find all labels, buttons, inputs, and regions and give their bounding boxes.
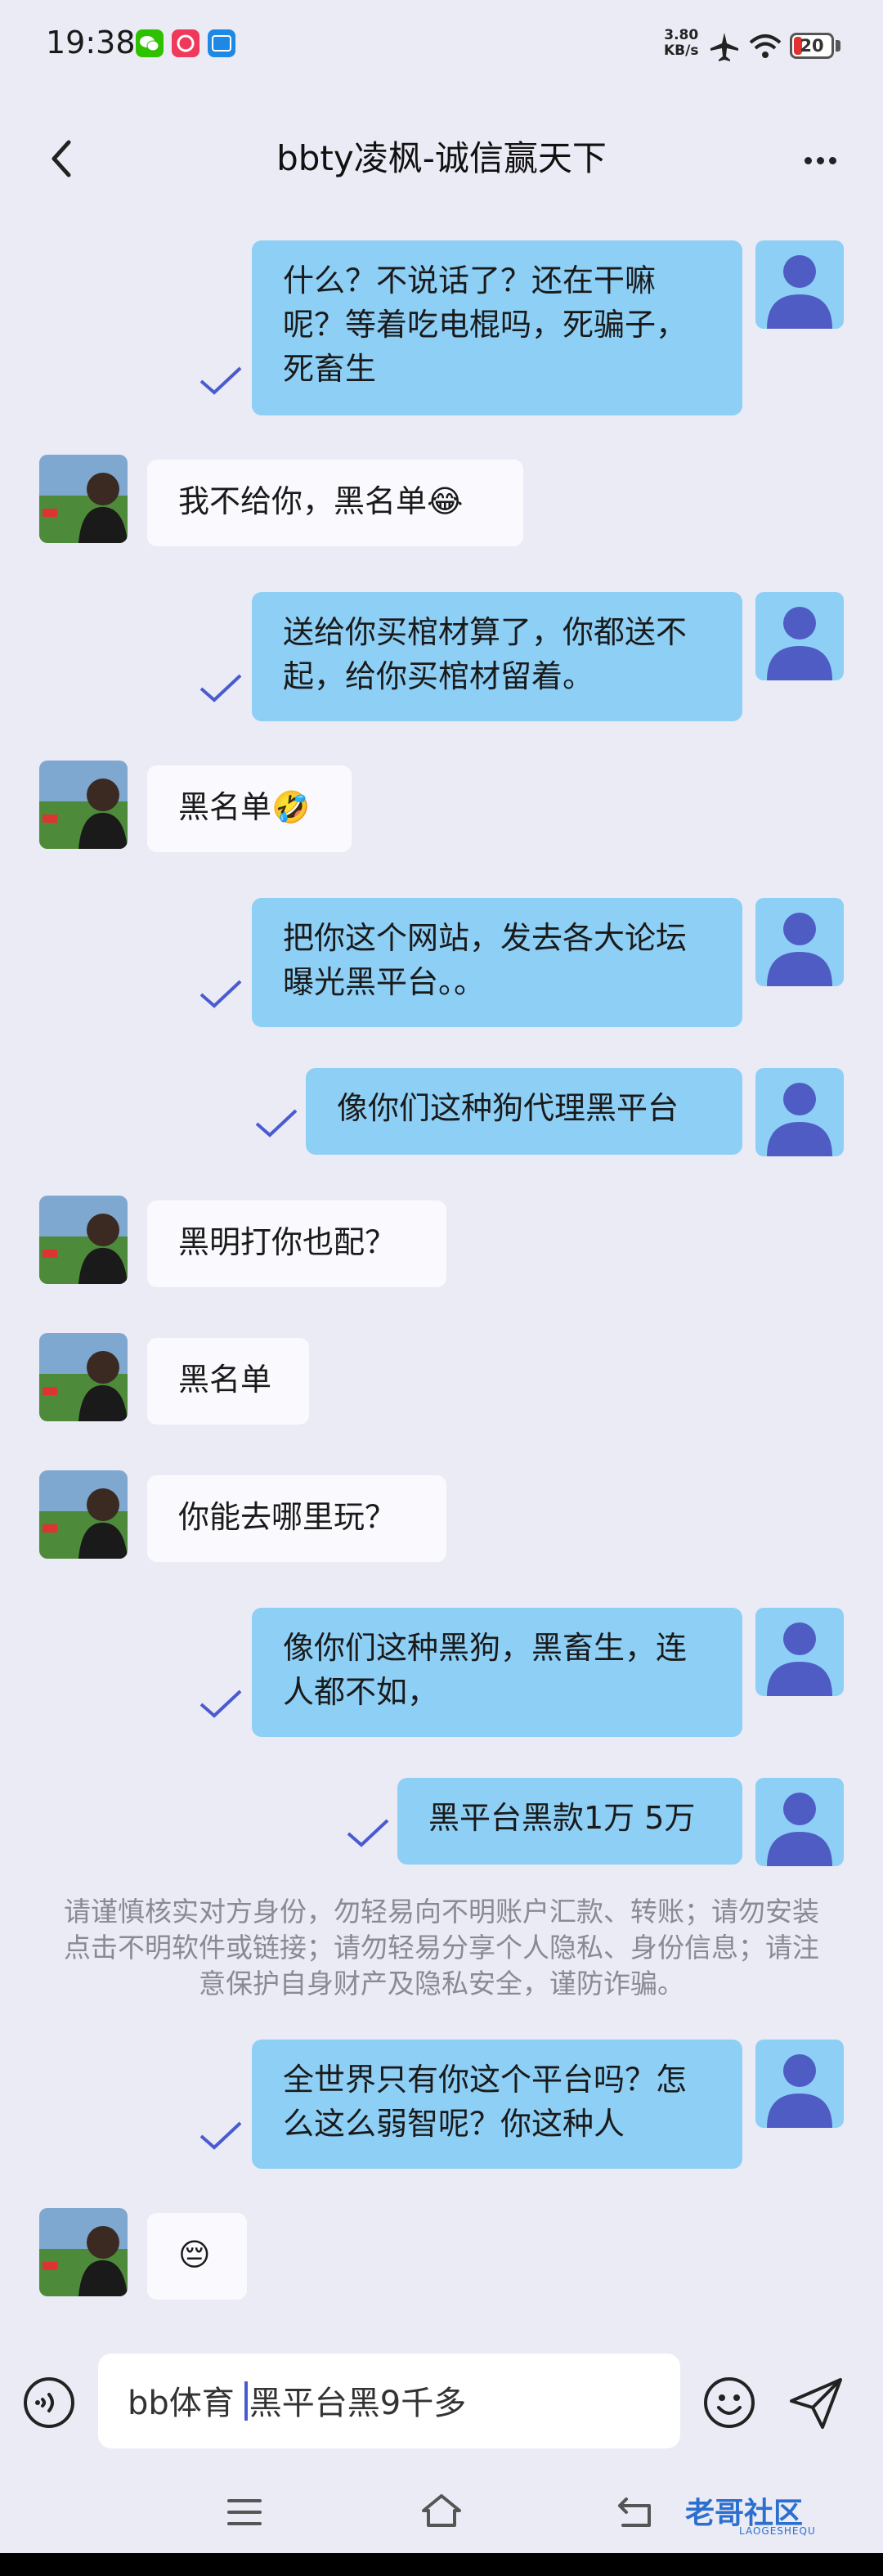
message-bubble-incoming[interactable]: 😔: [147, 2213, 247, 2300]
read-check-icon: [255, 1109, 298, 1138]
airplane-mode-icon: [710, 33, 738, 61]
my-avatar[interactable]: [755, 1778, 844, 1866]
battery-cap: [836, 40, 840, 52]
network-speed: 3.80 KB/s: [664, 28, 698, 59]
send-icon[interactable]: [785, 2373, 847, 2432]
message-bubble-incoming[interactable]: 黑明打你也配？: [147, 1200, 446, 1287]
status-time: 19:38: [46, 25, 136, 61]
emoji-icon[interactable]: [701, 2375, 757, 2430]
bottom-strip: [0, 2553, 883, 2576]
app-notification-icon: [172, 29, 199, 57]
contact-avatar[interactable]: [39, 1333, 128, 1421]
message-bubble-outgoing[interactable]: 黑平台黑款1万 5万: [397, 1778, 742, 1865]
voice-input-icon[interactable]: [21, 2375, 77, 2430]
read-check-icon: [199, 1690, 242, 1718]
wifi-icon: [749, 34, 782, 58]
contact-avatar[interactable]: [39, 455, 128, 543]
network-speed-value: 3.80: [664, 27, 699, 43]
my-avatar[interactable]: [755, 1068, 844, 1156]
message-bubble-outgoing[interactable]: 什么？不说话了？还在干嘛呢？等着吃电棍吗，死骗子，死畜生: [252, 240, 742, 415]
my-avatar[interactable]: [755, 240, 844, 329]
my-avatar[interactable]: [755, 592, 844, 680]
read-check-icon: [199, 366, 242, 395]
text-cursor: [244, 2381, 248, 2421]
wechat-icon: [136, 29, 164, 57]
my-avatar[interactable]: [755, 2040, 844, 2128]
message-bubble-outgoing[interactable]: 送给你买棺材算了，你都送不起，给你买棺材留着。: [252, 592, 742, 721]
battery-level: 20: [800, 36, 824, 56]
message-bubble-outgoing[interactable]: 像你们这种狗代理黑平台: [306, 1068, 742, 1155]
battery-icon: 20: [790, 33, 834, 59]
back-nav-icon[interactable]: [615, 2494, 656, 2530]
message-bubble-outgoing[interactable]: 像你们这种黑狗，黑畜生，连人都不如，: [252, 1608, 742, 1737]
live-app-icon: [208, 29, 235, 57]
message-bubble-incoming[interactable]: 黑名单: [147, 1338, 309, 1425]
watermark-subtitle: LAOGESHEQU: [739, 2525, 816, 2537]
network-speed-unit: KB/s: [664, 43, 699, 59]
safety-notice: 请谨慎核实对方身份，勿轻易向不明账户汇款、转账；请勿安装点击不明软件或链接；请勿…: [64, 1896, 819, 1999]
message-bubble-incoming[interactable]: 我不给你，黑名单😂: [147, 460, 523, 546]
message-bubble-incoming[interactable]: 你能去哪里玩？: [147, 1475, 446, 1562]
input-text: 黑平台黑9千多: [249, 2385, 467, 2422]
read-check-icon: [199, 674, 242, 702]
contact-avatar[interactable]: [39, 2208, 128, 2296]
more-options-icon[interactable]: [805, 152, 836, 168]
my-avatar[interactable]: [755, 1608, 844, 1696]
message-bubble-incoming[interactable]: 黑名单🤣: [147, 765, 352, 852]
my-avatar[interactable]: [755, 898, 844, 986]
back-arrow-icon[interactable]: [46, 136, 78, 182]
read-check-icon: [347, 1819, 389, 1847]
home-nav-icon[interactable]: [419, 2491, 464, 2530]
contact-avatar[interactable]: [39, 761, 128, 849]
message-input[interactable]: bb体育 黑平台黑9千多: [98, 2354, 680, 2448]
read-check-icon: [199, 2121, 242, 2150]
message-bubble-outgoing[interactable]: 把你这个网站，发去各大论坛曝光黑平台。。: [252, 898, 742, 1027]
input-prefix: bb体育: [128, 2385, 235, 2422]
contact-avatar[interactable]: [39, 1196, 128, 1284]
status-bar: 19:38 3.80 KB/s 20: [0, 0, 883, 90]
chat-title: bbty凌枫-诚信赢天下: [276, 138, 607, 178]
contact-avatar[interactable]: [39, 1470, 128, 1559]
message-bubble-outgoing[interactable]: 全世界只有你这个平台吗？怎么这么弱智呢？你这种人: [252, 2040, 742, 2169]
read-check-icon: [199, 980, 242, 1008]
menu-nav-icon[interactable]: [226, 2496, 263, 2529]
